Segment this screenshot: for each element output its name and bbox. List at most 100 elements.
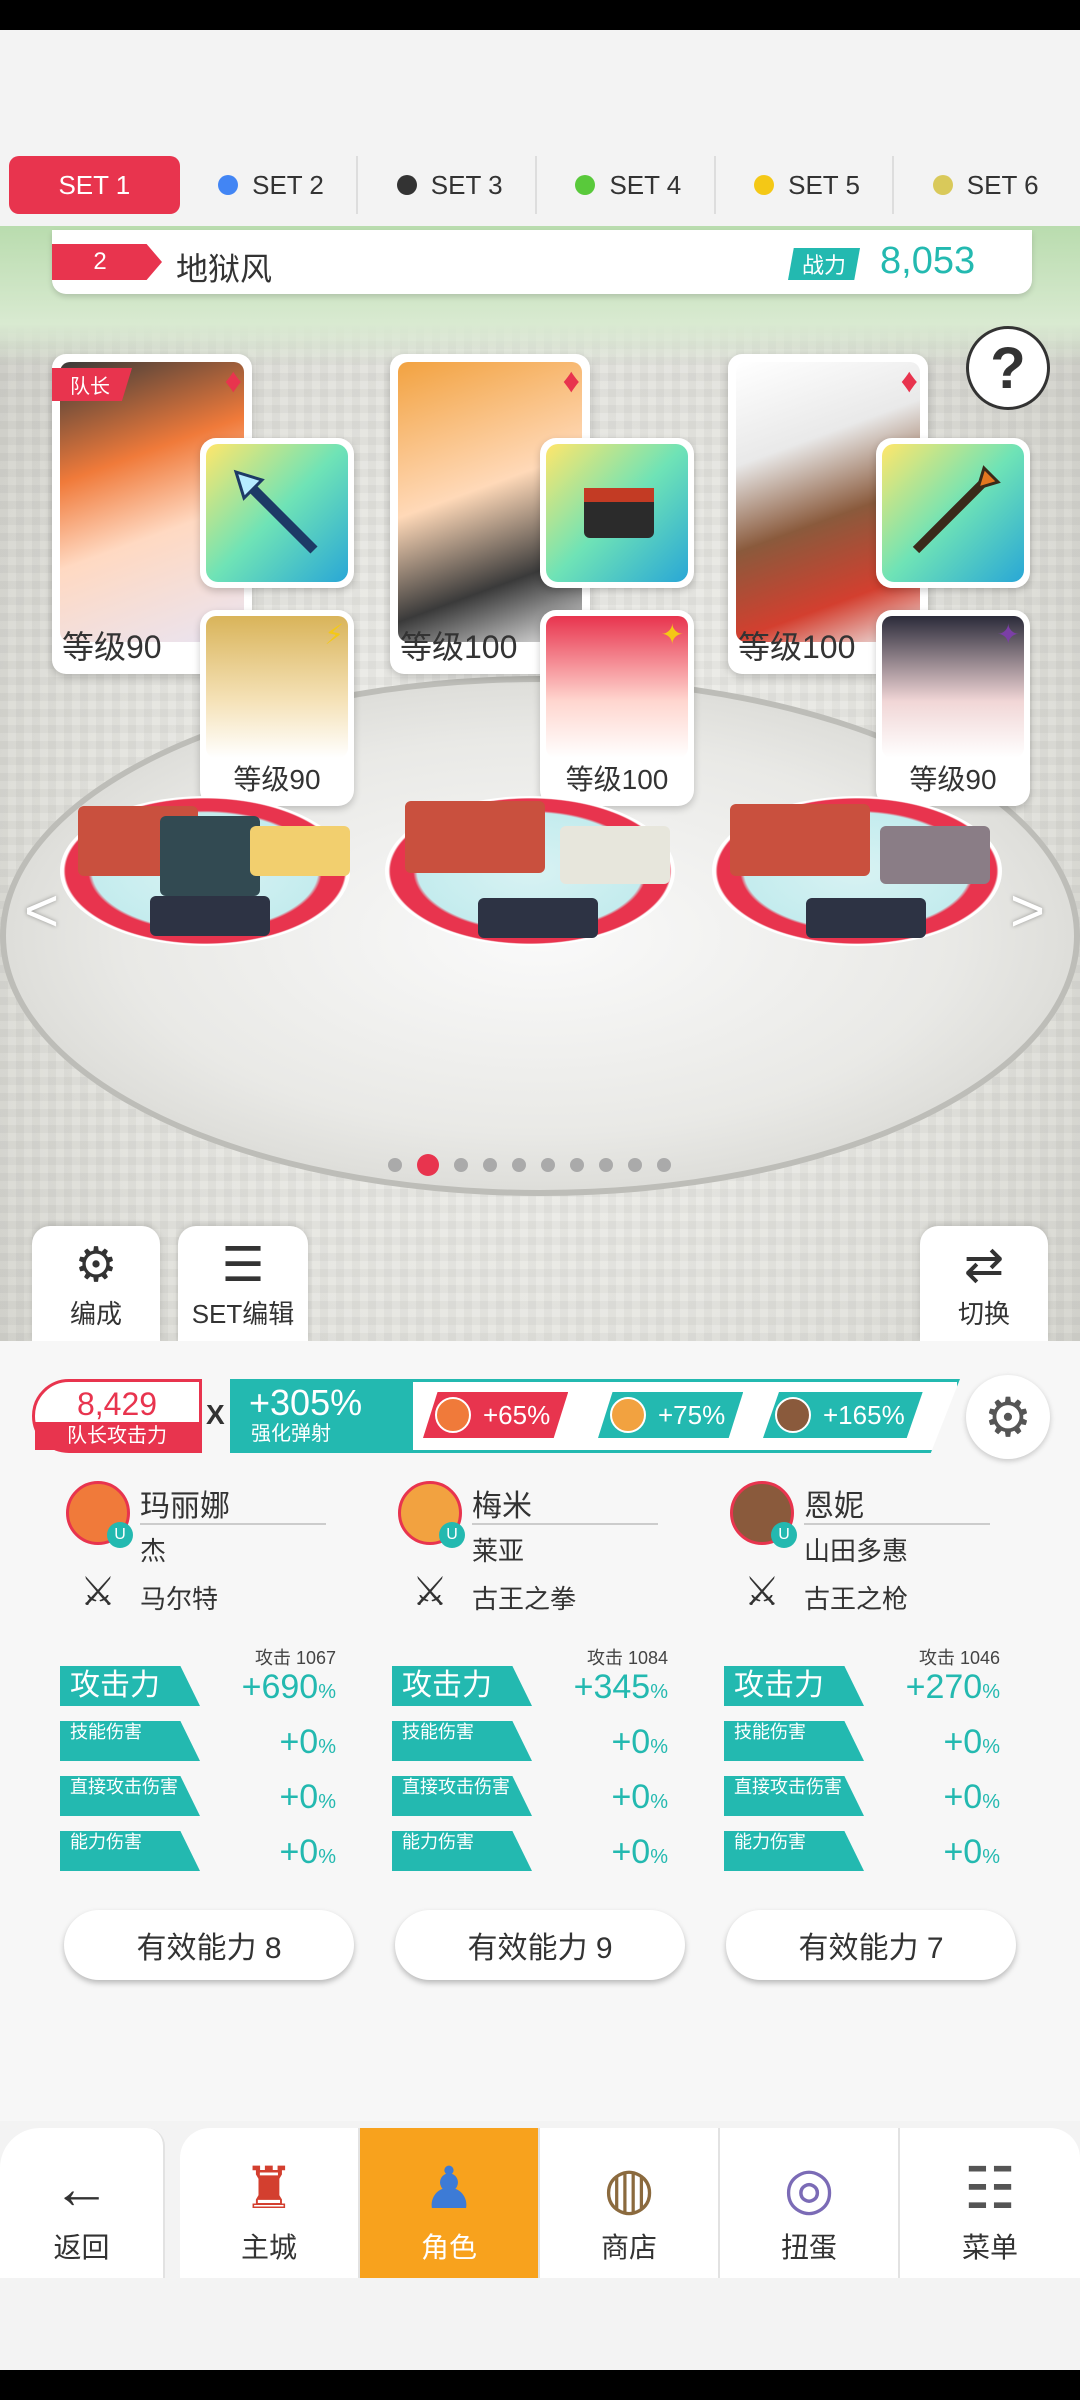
nav-label: 主城 xyxy=(240,2232,297,2263)
stat-label: 技能伤害 xyxy=(724,1721,864,1761)
switch-label: 切换 xyxy=(957,1299,1010,1329)
divider xyxy=(472,1523,658,1525)
hero-avatar[interactable]: U xyxy=(398,1481,465,1548)
formation-button[interactable]: ⚙ 编成 xyxy=(32,1226,160,1341)
diamond-suit-icon: ♦ xyxy=(562,362,580,400)
page-dot[interactable] xyxy=(417,1154,439,1176)
stat-row-direct-damage: 直接攻击伤害 +0% xyxy=(724,1776,1000,1816)
set-color-dot xyxy=(932,175,953,195)
sub-hero-card-2[interactable]: ✦ 等级100 xyxy=(540,610,694,806)
page-dot[interactable] xyxy=(657,1158,671,1172)
nav-character[interactable]: ♟ 角色 xyxy=(360,2128,540,2278)
switch-button[interactable]: ⇄ 切换 xyxy=(920,1226,1048,1341)
tab-set-3[interactable]: SET 3 xyxy=(364,156,538,214)
gear-icon: ⚙ xyxy=(983,1387,1033,1448)
stat-row-skill-damage: 技能伤害 +0% xyxy=(392,1721,668,1761)
hero-buff-chip-2: +75% xyxy=(598,1392,744,1438)
sub-hero-level: 等级90 xyxy=(909,764,997,795)
stats-panel: 8,429 队长攻击力 X +305% 强化弹射 +65% +75% +165% xyxy=(0,1341,1080,2121)
divider xyxy=(804,1523,990,1525)
weapon-card-2[interactable] xyxy=(540,438,694,588)
hero-avatar[interactable]: U xyxy=(66,1481,133,1548)
stat-label: 能力伤害 xyxy=(60,1831,200,1871)
tab-label: SET 5 xyxy=(788,169,860,200)
stat-row-ability-damage: 能力伤害 +0% xyxy=(60,1831,336,1871)
weapon-card-3[interactable] xyxy=(876,438,1030,588)
hero-level: 等级100 xyxy=(400,629,518,665)
stat-value: +0% xyxy=(943,1723,1000,1761)
chevron-right-icon[interactable]: > xyxy=(1010,876,1045,945)
nav-gacha[interactable]: ◎ 扭蛋 xyxy=(720,2128,900,2278)
stat-label: 攻击力 xyxy=(60,1666,200,1706)
pixel-block xyxy=(560,826,670,884)
hero-avatar[interactable]: U xyxy=(730,1481,797,1548)
power-value: 8,053 xyxy=(880,240,976,282)
tab-set-5[interactable]: SET 5 xyxy=(722,156,895,214)
page-dot[interactable] xyxy=(483,1158,497,1172)
status-bar xyxy=(0,0,1080,30)
page-dot[interactable] xyxy=(628,1158,642,1172)
nav-label: 商店 xyxy=(600,2232,657,2263)
stat-row-attack: 攻击 1046 攻击力 +270% xyxy=(724,1648,1000,1706)
attack-caption: 攻击 1046 xyxy=(918,1648,1000,1668)
stat-label: 直接攻击伤害 xyxy=(392,1776,532,1816)
hero-buff-chip-1: +65% xyxy=(423,1392,569,1438)
settings-gear-button[interactable]: ⚙ xyxy=(966,1375,1050,1459)
team-name[interactable]: 地狱风 xyxy=(176,244,272,290)
tab-set-4[interactable]: SET 4 xyxy=(543,156,716,214)
help-button[interactable]: ? xyxy=(966,326,1050,410)
stat-row-attack: 攻击 1084 攻击力 +345% xyxy=(392,1648,668,1706)
page-dot[interactable] xyxy=(599,1158,613,1172)
hero-name: 玛丽娜 xyxy=(140,1490,230,1523)
effective-ability-button-1[interactable]: 有效能力 8 xyxy=(64,1910,354,1980)
lance-icon xyxy=(882,444,1024,582)
effective-ability-button-2[interactable]: 有效能力 9 xyxy=(395,1910,685,1980)
buff-strip: +305% 强化弹射 +65% +75% +165% xyxy=(230,1379,960,1453)
stat-label: 技能伤害 xyxy=(392,1721,532,1761)
diamond-suit-icon: ♦ xyxy=(224,362,242,400)
sub-hero-level: 等级100 xyxy=(565,764,669,795)
menu-icon: ☷ xyxy=(964,2156,1016,2221)
nav-shop[interactable]: ◍ 商店 xyxy=(540,2128,720,2278)
hero-face-icon xyxy=(435,1397,471,1433)
page-dot[interactable] xyxy=(512,1158,526,1172)
stat-value: +0% xyxy=(279,1723,336,1761)
nav-castle[interactable]: ♜ 主城 xyxy=(180,2128,360,2278)
stat-value: +345% xyxy=(573,1668,668,1706)
stat-value: +0% xyxy=(611,1723,668,1761)
set-edit-button[interactable]: ☰ SET编辑 xyxy=(178,1226,308,1341)
pixel-block xyxy=(405,801,545,873)
sub-hero-card-1[interactable]: ⚡ 等级90 xyxy=(200,610,354,806)
page-dot[interactable] xyxy=(454,1158,468,1172)
tab-set-2[interactable]: SET 2 xyxy=(186,156,359,214)
hero-name: 梅米 xyxy=(472,1490,532,1523)
nav-menu[interactable]: ☷ 菜单 xyxy=(900,2128,1080,2278)
page-dot[interactable] xyxy=(570,1158,584,1172)
stat-label: 技能伤害 xyxy=(60,1721,200,1761)
weapon-icon: ⚔ xyxy=(412,1570,448,1614)
sub-hero-card-3[interactable]: ✦ 等级90 xyxy=(876,610,1030,806)
swap-icon: ⇄ xyxy=(963,1239,1005,1292)
hero-level: 等级90 xyxy=(62,629,162,665)
weapon-icon: ⚔ xyxy=(80,1570,116,1614)
tab-label: SET 6 xyxy=(966,169,1039,200)
leader-attack-label: 队长攻击力 xyxy=(35,1422,199,1450)
pixel-block xyxy=(880,826,990,884)
set-color-dot xyxy=(218,175,239,195)
effective-ability-button-3[interactable]: 有效能力 7 xyxy=(726,1910,1016,1980)
tab-set-6[interactable]: SET 6 xyxy=(900,156,1071,214)
leader-tag: 队长 xyxy=(52,368,132,401)
stat-value: +0% xyxy=(279,1778,336,1816)
page-dot[interactable] xyxy=(388,1158,402,1172)
page-dot[interactable] xyxy=(541,1158,555,1172)
tab-set-1[interactable]: SET 1 xyxy=(9,156,180,214)
nav-back[interactable]: ← 返回 xyxy=(0,2128,165,2278)
weapon-name: 古王之枪 xyxy=(804,1584,909,1614)
pixel-block xyxy=(160,816,260,896)
chevron-left-icon[interactable]: < xyxy=(24,876,59,945)
nav-label: 菜单 xyxy=(961,2232,1018,2263)
upgrade-badge-icon: U xyxy=(107,1522,133,1548)
stat-value: +690% xyxy=(241,1668,336,1706)
nav-footer xyxy=(0,2278,1080,2370)
weapon-card-1[interactable] xyxy=(200,438,354,588)
